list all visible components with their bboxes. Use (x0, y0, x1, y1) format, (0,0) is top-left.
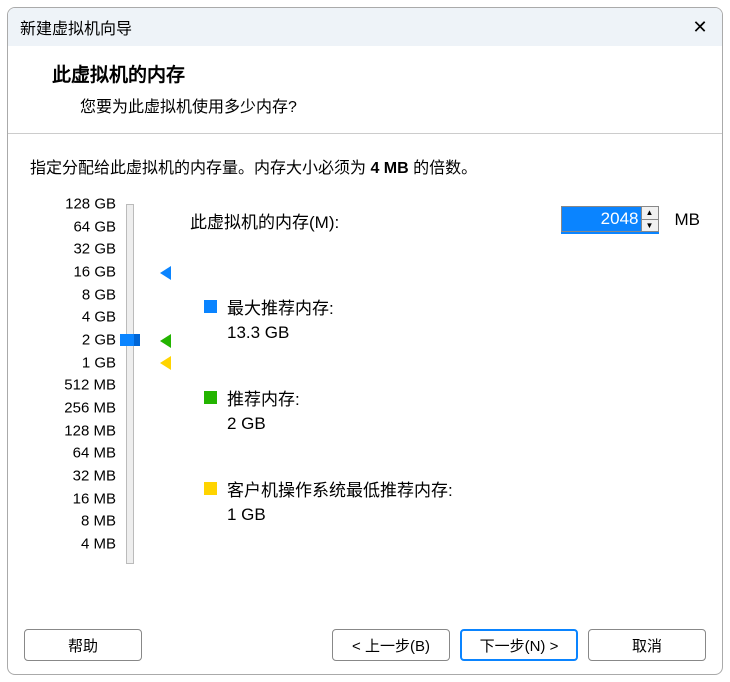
help-button[interactable]: 帮助 (24, 629, 142, 661)
page-subtitle: 您要为此虚拟机使用多少内存? (80, 93, 702, 117)
wizard-dialog: 新建虚拟机向导 ✕ 此虚拟机的内存 您要为此虚拟机使用多少内存? 指定分配给此虚… (7, 7, 723, 675)
square-blue-icon (204, 300, 217, 313)
scale-label: 128 GB (46, 196, 116, 213)
scale-label: 64 GB (46, 218, 116, 235)
memory-slider[interactable]: 128 GB 64 GB 32 GB 16 GB 8 GB 4 GB 2 GB … (30, 204, 190, 574)
marker-rec-icon (160, 334, 171, 348)
memory-unit: MB (675, 210, 701, 230)
square-yellow-icon (204, 482, 217, 495)
page-title: 此虚拟机的内存 (52, 60, 702, 87)
spinner-down-icon[interactable]: ▼ (642, 220, 658, 232)
info-rec-label: 推荐内存: (227, 385, 300, 410)
slider-thumb[interactable] (120, 334, 140, 346)
scale-label: 512 MB (46, 377, 116, 394)
description-text: 指定分配给此虚拟机的内存量。内存大小必须为 4 MB 的倍数。 (30, 154, 700, 178)
memory-input-label: 此虚拟机的内存(M): (190, 208, 339, 233)
close-icon[interactable]: ✕ (688, 17, 712, 38)
marker-max-icon (160, 266, 171, 280)
info-rec: 推荐内存: 2 GB (204, 385, 700, 434)
back-button[interactable]: < 上一步(B) (332, 629, 450, 661)
scale-label: 4 MB (46, 536, 116, 553)
scale-label: 1 GB (46, 354, 116, 371)
memory-input[interactable]: 2048 (561, 206, 641, 232)
wizard-header: 此虚拟机的内存 您要为此虚拟机使用多少内存? (8, 46, 722, 134)
scale-label: 2 GB (46, 332, 116, 349)
spinner-up-icon[interactable]: ▲ (642, 207, 658, 220)
window-title: 新建虚拟机向导 (20, 15, 132, 39)
scale-label: 16 GB (46, 264, 116, 281)
scale-label: 64 MB (46, 445, 116, 462)
scale-label: 8 GB (46, 286, 116, 303)
marker-min-icon (160, 356, 171, 370)
next-button[interactable]: 下一步(N) > (460, 629, 578, 661)
scale-label: 4 GB (46, 309, 116, 326)
slider-track (126, 204, 134, 564)
scale-label: 128 MB (46, 422, 116, 439)
right-column: 此虚拟机的内存(M): 2048 ▲ ▼ MB 最大推荐内存: (190, 204, 700, 574)
cancel-button[interactable]: 取消 (588, 629, 706, 661)
wizard-body: 指定分配给此虚拟机的内存量。内存大小必须为 4 MB 的倍数。 128 GB 6… (8, 134, 722, 616)
square-green-icon (204, 391, 217, 404)
info-min: 客户机操作系统最低推荐内存: 1 GB (204, 476, 700, 525)
scale-label: 32 GB (46, 241, 116, 258)
info-min-label: 客户机操作系统最低推荐内存: (227, 476, 453, 501)
scale-label: 32 MB (46, 468, 116, 485)
info-min-value: 1 GB (227, 505, 700, 525)
scale-label: 8 MB (46, 513, 116, 530)
wizard-footer: 帮助 < 上一步(B) 下一步(N) > 取消 (8, 616, 722, 674)
info-max-value: 13.3 GB (227, 323, 700, 343)
memory-input-row: 此虚拟机的内存(M): 2048 ▲ ▼ MB (190, 206, 700, 234)
scale-label: 256 MB (46, 400, 116, 417)
scale-label: 16 MB (46, 490, 116, 507)
spinner-buttons[interactable]: ▲ ▼ (641, 206, 659, 232)
memory-spinner[interactable]: 2048 ▲ ▼ (561, 206, 659, 234)
info-max: 最大推荐内存: 13.3 GB (204, 294, 700, 343)
info-max-label: 最大推荐内存: (227, 294, 334, 319)
info-rec-value: 2 GB (227, 414, 700, 434)
titlebar: 新建虚拟机向导 ✕ (8, 8, 722, 46)
